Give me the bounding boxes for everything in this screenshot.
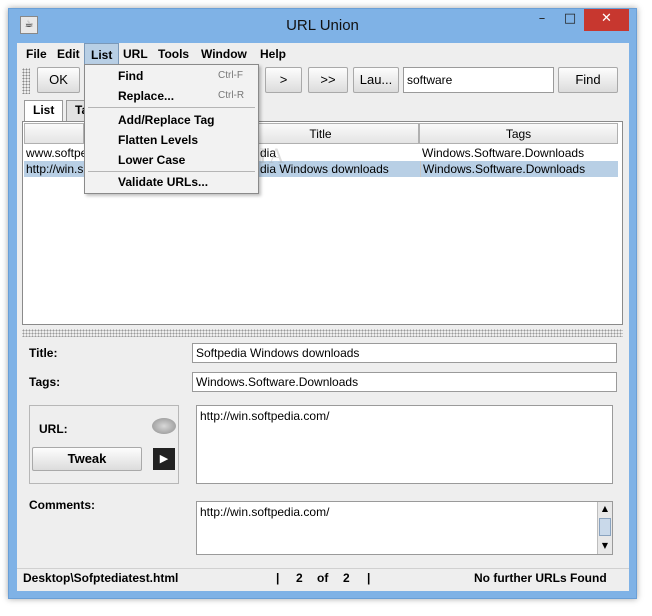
menu-item-add-replace-tag[interactable]: Add/Replace Tag <box>118 111 214 129</box>
menu-window[interactable]: Window <box>195 43 253 65</box>
column-header-url[interactable] <box>24 123 84 144</box>
search-input[interactable]: software <box>403 67 554 93</box>
table-cell-url[interactable]: http://win.s <box>24 161 84 177</box>
column-header-tags[interactable]: Tags <box>419 123 618 144</box>
table-cell-url[interactable]: www.softpe <box>24 145 84 161</box>
title-field[interactable]: Softpedia Windows downloads <box>192 343 617 363</box>
status-separator: | <box>276 571 280 585</box>
url-textarea[interactable]: http://win.softpedia.com/ <box>196 405 613 484</box>
status-file-path: Desktop\Sofptediatest.html <box>23 571 179 585</box>
status-separator: | <box>367 571 371 585</box>
ok-button[interactable]: OK <box>37 67 80 93</box>
title-label: Title: <box>29 346 58 360</box>
menu-list[interactable]: List <box>84 43 120 65</box>
minimize-button[interactable]: – <box>529 9 555 31</box>
menu-separator <box>88 107 255 108</box>
comments-textarea[interactable]: http://win.softpedia.com/ <box>196 501 613 555</box>
menu-item-find[interactable]: Find <box>118 67 143 85</box>
url-label: URL: <box>39 422 68 436</box>
table-cell-tags[interactable]: Windows.Software.Downloads <box>420 145 617 161</box>
tweak-button[interactable]: Tweak <box>32 447 142 471</box>
table-cell-tags[interactable]: Windows.Software.Downloads <box>420 161 617 177</box>
menu-tools[interactable]: Tools <box>152 43 195 65</box>
comments-scrollbar[interactable]: ▲ ▼ <box>597 502 612 554</box>
menu-item-replace[interactable]: Replace... <box>118 87 174 105</box>
comments-label: Comments: <box>29 498 96 512</box>
menu-accelerator: Ctrl-R <box>218 90 245 101</box>
scroll-down-icon[interactable]: ▼ <box>599 541 611 551</box>
menu-separator <box>88 171 255 172</box>
menu-accelerator: Ctrl-F <box>218 70 243 81</box>
menu-file[interactable]: File <box>20 43 53 65</box>
disc-icon[interactable] <box>152 418 176 434</box>
next-button[interactable]: > <box>265 67 302 93</box>
status-message: No further URLs Found <box>474 571 607 585</box>
tags-label: Tags: <box>29 375 61 389</box>
split-pane-divider[interactable] <box>22 329 623 337</box>
toolbar-grip[interactable] <box>22 68 30 94</box>
tags-field[interactable]: Windows.Software.Downloads <box>192 372 617 392</box>
status-current-index: 2 <box>296 571 303 585</box>
menu-item-flatten-levels[interactable]: Flatten Levels <box>118 131 198 149</box>
scroll-up-icon[interactable]: ▲ <box>599 504 611 514</box>
menu-help[interactable]: Help <box>254 43 292 65</box>
status-total: 2 <box>343 571 350 585</box>
url-panel <box>29 405 179 484</box>
last-button[interactable]: >> <box>308 67 348 93</box>
status-of: of <box>317 571 329 585</box>
play-icon[interactable]: ▶ <box>153 448 175 470</box>
menu-item-validate-urls[interactable]: Validate URLs... <box>118 173 208 191</box>
scroll-thumb[interactable] <box>599 518 611 536</box>
menu-item-lower-case[interactable]: Lower Case <box>118 151 185 169</box>
maximize-button[interactable]: □ <box>557 9 583 31</box>
launch-button[interactable]: Lau... <box>353 67 399 93</box>
menu-edit[interactable]: Edit <box>51 43 86 65</box>
find-button[interactable]: Find <box>558 67 618 93</box>
close-button[interactable]: ✕ <box>584 9 629 31</box>
menu-url[interactable]: URL <box>117 43 154 65</box>
tab-list[interactable]: List <box>24 100 64 121</box>
